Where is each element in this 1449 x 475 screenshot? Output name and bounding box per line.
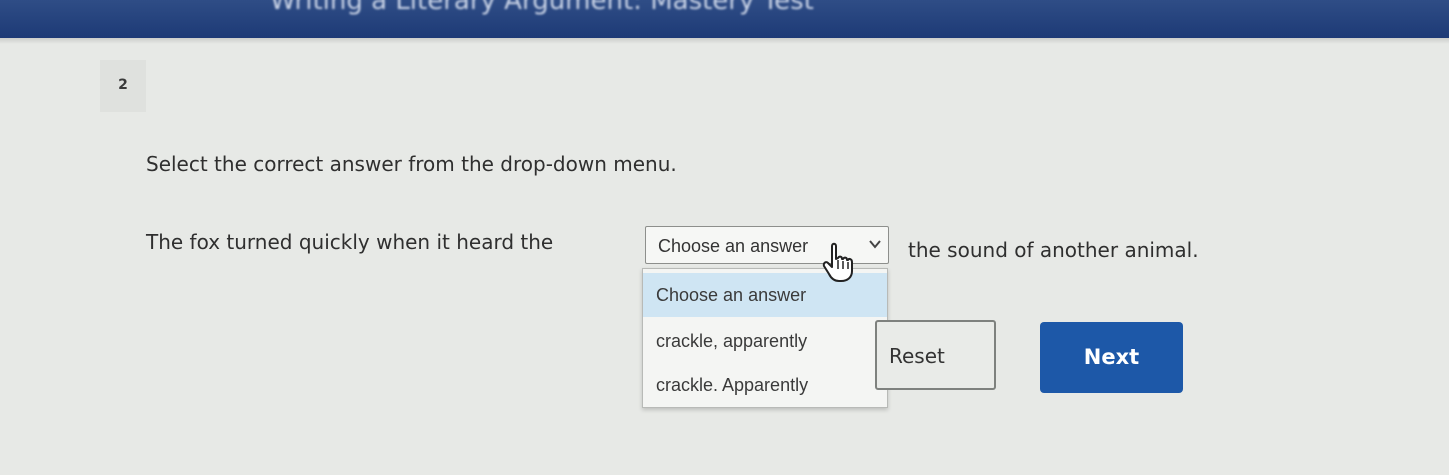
sentence-before-blank: The fox turned quickly when it heard the — [146, 230, 554, 254]
dropdown-option[interactable]: crackle, apparently — [643, 319, 887, 363]
question-instructions: Select the correct answer from the drop-… — [146, 152, 677, 176]
reset-button-label: Reset — [889, 344, 945, 368]
dropdown-options-list[interactable]: Choose an answer crackle, apparently cra… — [642, 268, 888, 408]
hand-cursor-icon — [822, 242, 853, 282]
reset-button[interactable]: Reset — [875, 320, 996, 390]
chevron-down-icon — [869, 240, 881, 249]
dropdown-option[interactable]: crackle. Apparently — [643, 363, 887, 407]
test-title: Writing a Literary Argument: Mastery Tes… — [270, 0, 814, 16]
dropdown-selected-value: Choose an answer — [658, 236, 809, 256]
sentence-after-blank: the sound of another animal. — [908, 238, 1199, 262]
next-button[interactable]: Next — [1040, 322, 1183, 393]
question-number: 2 — [100, 60, 146, 112]
header-shadow — [0, 38, 1449, 44]
header-bar: Writing a Literary Argument: Mastery Tes… — [0, 0, 1449, 38]
